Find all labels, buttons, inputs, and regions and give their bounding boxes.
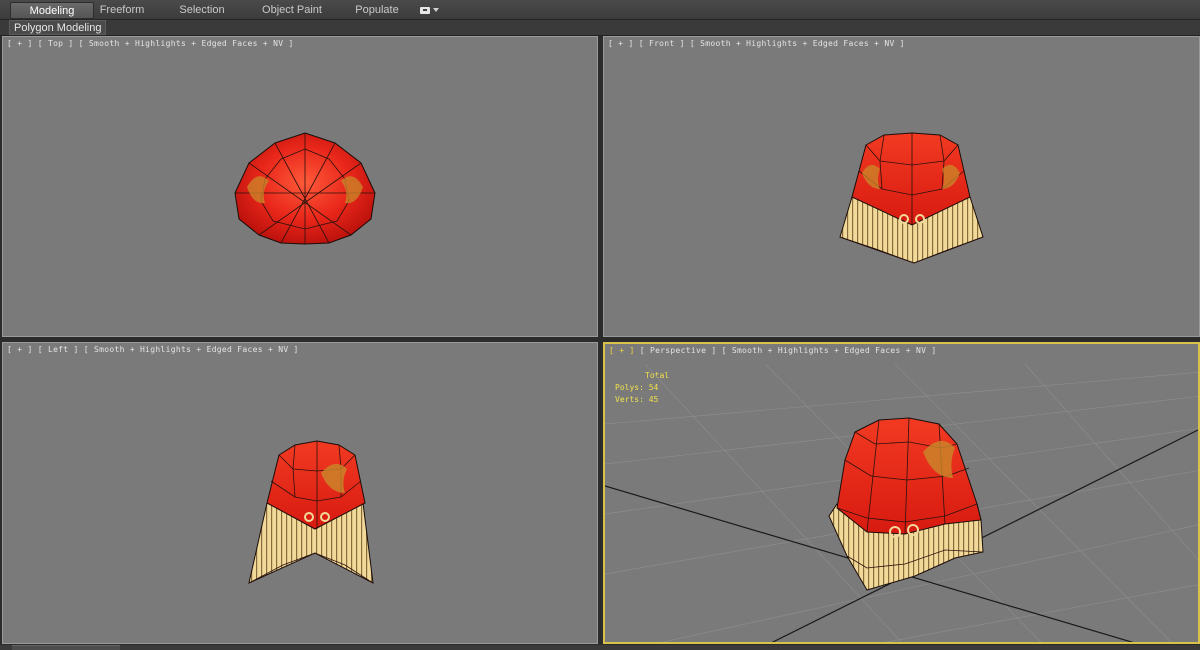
status-bar-field[interactable] [12,645,120,650]
hat-mesh-left-view[interactable] [3,343,598,644]
viewport-perspective[interactable]: [ + ] [ Perspective ] [ Smooth + Highlig… [603,342,1200,644]
polygon-modeling-panel-button[interactable]: Polygon Modeling [9,20,107,35]
hat-mesh-top-view[interactable] [3,37,598,337]
tab-freeform[interactable]: Freeform [96,2,148,19]
tab-populate[interactable]: Populate [352,2,402,19]
ribbon-display-icon [420,6,430,14]
viewport-top[interactable]: [ + ] [ Top ] [ Smooth + Highlights + Ed… [2,36,598,337]
tab-selection[interactable]: Selection [174,2,230,19]
ribbon-tab-strip: Modeling Freeform Selection Object Paint… [0,0,1200,20]
viewport-front[interactable]: [ + ] [ Front ] [ Smooth + Highlights + … [603,36,1200,337]
ribbon-options-dropdown[interactable] [420,4,442,16]
ribbon-subpanel: Polygon Modeling [0,20,1200,36]
hat-mesh-front-view[interactable] [604,37,1200,337]
hat-mesh-perspective-view[interactable] [605,344,1200,644]
tab-modeling[interactable]: Modeling [10,2,94,19]
status-bar [0,645,1200,650]
viewport-left[interactable]: [ + ] [ Left ] [ Smooth + Highlights + E… [2,342,598,644]
chevron-down-icon [433,8,439,12]
tab-object-paint[interactable]: Object Paint [258,2,326,19]
